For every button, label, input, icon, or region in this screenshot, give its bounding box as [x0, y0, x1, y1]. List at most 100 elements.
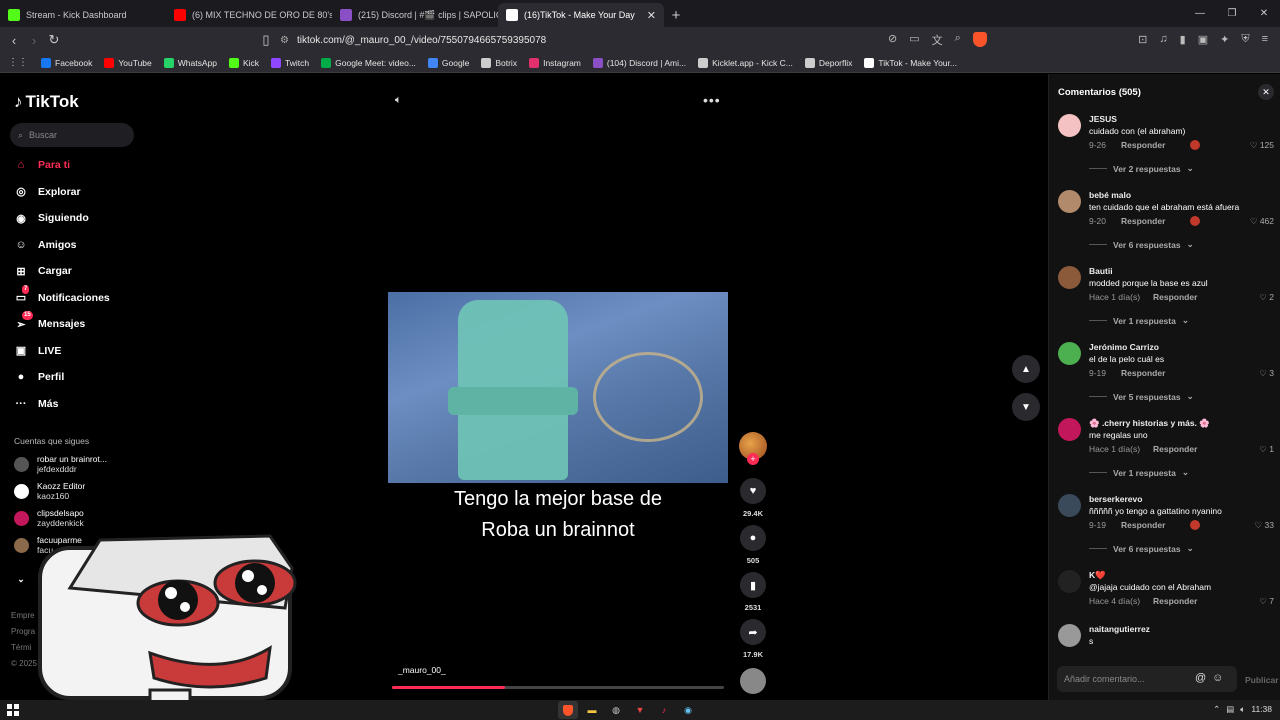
comment-like-button[interactable]: ♡ 3 — [1259, 368, 1274, 379]
commenter-avatar[interactable] — [1058, 494, 1081, 517]
reply-button[interactable]: Responder — [1121, 216, 1165, 226]
commenter-avatar[interactable] — [1058, 114, 1081, 137]
cast-icon[interactable]: ▭ — [909, 32, 919, 48]
comment-like-button[interactable]: ♡ 1 — [1259, 444, 1274, 455]
tray-chevron-icon[interactable]: ⌃ — [1213, 704, 1220, 715]
sidebar-icon[interactable]: ▮ — [1180, 33, 1186, 46]
music-icon[interactable]: ♫ — [1159, 33, 1167, 46]
windows-start-icon[interactable] — [7, 704, 19, 716]
nav-item-compass[interactable]: ◎ Explorar — [14, 185, 80, 199]
globe-taskbar-icon[interactable]: ◍ — [606, 701, 626, 719]
publish-button[interactable]: Publicar — [1245, 675, 1279, 685]
commenter-name[interactable]: Bautii — [1089, 266, 1113, 276]
commenter-name[interactable]: 🌸 .cherry historias y más. 🌸 — [1089, 418, 1210, 429]
reply-button[interactable]: Responder — [1121, 520, 1165, 530]
comment-like-button[interactable]: ♡ 2 — [1259, 292, 1274, 303]
emoji-icon[interactable]: ☺ — [1212, 672, 1223, 684]
restore-button[interactable]: ❐ — [1216, 0, 1248, 27]
bookmark-item[interactable]: Facebook — [36, 57, 97, 68]
bookmark-item[interactable]: YouTube — [99, 57, 156, 68]
commenter-name[interactable]: JESUS — [1089, 114, 1117, 124]
bookmark-item[interactable]: Kicklet.app - Kick C... — [693, 57, 798, 68]
comment-like-button[interactable]: ♡ 33 — [1255, 520, 1274, 531]
nav-item-more[interactable]: ··· Más — [14, 397, 59, 411]
video-player[interactable] — [388, 292, 728, 483]
commenter-avatar[interactable] — [1058, 266, 1081, 289]
browser-tab-3[interactable]: (16)TikTok - Make Your Day ✕ — [498, 3, 664, 27]
apps-grid-icon[interactable]: ⋮⋮ — [8, 57, 28, 68]
share-action[interactable]: ➦ 17.9K — [738, 619, 768, 659]
forward-icon[interactable]: › — [24, 33, 44, 48]
nav-item-following[interactable]: ◉ Siguiendo — [14, 211, 89, 225]
reply-button[interactable]: Responder — [1153, 444, 1197, 454]
commenter-name[interactable]: naitangutierrez — [1089, 624, 1150, 634]
back-icon[interactable]: ‹ — [4, 33, 24, 48]
bookmark-item[interactable]: TikTok - Make Your... — [859, 57, 962, 68]
bookmark-item[interactable]: (104) Discord | Ami... — [588, 57, 691, 68]
minimize-button[interactable]: — — [1184, 0, 1216, 27]
video-author[interactable]: _mauro_00_ — [398, 665, 446, 675]
translate-icon[interactable]: 文 — [932, 32, 943, 48]
search-input[interactable]: ⌕ Buscar — [10, 123, 134, 147]
bookmark-item[interactable]: WhatsApp — [159, 57, 222, 68]
bookmark-page-icon[interactable]: ▯ — [256, 32, 276, 48]
bookmark-item[interactable]: Google — [423, 57, 474, 68]
nav-item-messages[interactable]: ➢ 15 Mensajes — [14, 311, 85, 331]
following-account[interactable]: robar un brainrot... jefdexdddr — [14, 454, 107, 474]
more-options-icon[interactable]: ••• — [703, 92, 721, 108]
commenter-name[interactable]: Jerónimo Carrizo — [1089, 342, 1159, 352]
screenshot-icon[interactable]: ⊡ — [1138, 33, 1147, 46]
creator-avatar-button[interactable]: + — [738, 432, 768, 465]
comment-action[interactable]: ● 505 — [738, 525, 768, 565]
commenter-name[interactable]: bebé malo — [1089, 190, 1131, 200]
nav-item-home[interactable]: ⌂ Para ti — [14, 158, 70, 172]
video-progress-bar[interactable] — [392, 686, 724, 689]
nav-item-upload[interactable]: ⊞ Cargar — [14, 264, 71, 278]
nav-item-inbox[interactable]: ▭ 7 Notificaciones — [14, 284, 110, 305]
menu-icon[interactable]: ≡ — [1262, 33, 1268, 46]
save-action[interactable]: ▮ 2531 — [738, 572, 768, 612]
network-icon[interactable]: ▤ — [1226, 704, 1234, 715]
bookmark-item[interactable]: Deporflix — [800, 57, 858, 68]
folder-taskbar-icon[interactable]: ▬ — [582, 701, 602, 719]
brave-shields-icon[interactable] — [972, 32, 987, 47]
commenter-name[interactable]: K❤️ — [1089, 570, 1106, 581]
steam-taskbar-icon[interactable]: ◉ — [678, 701, 698, 719]
speaker-icon[interactable]: 🔈︎ — [1240, 704, 1245, 715]
clock[interactable]: 11:38 — [1251, 704, 1272, 715]
previous-video-button[interactable]: ▲ — [1012, 355, 1040, 383]
tiktok-logo[interactable]: ♪ TikTok — [14, 92, 79, 112]
comment-like-button[interactable]: ♡ 125 — [1250, 140, 1274, 151]
view-replies-button[interactable]: Ver 6 respuestas ⌄ — [1089, 239, 1194, 250]
commenter-avatar[interactable] — [1058, 624, 1081, 647]
wallet-icon[interactable]: ▣ — [1198, 33, 1208, 46]
following-account[interactable]: clipsdelsapo zayddenkick — [14, 508, 84, 528]
like-action[interactable]: ♥ 29.4K — [738, 478, 768, 518]
bookmark-item[interactable]: Botrix — [476, 57, 522, 68]
reply-button[interactable]: Responder — [1121, 140, 1165, 150]
reply-button[interactable]: Responder — [1153, 292, 1197, 302]
zoom-icon[interactable]: ⌕ — [955, 32, 961, 48]
commenter-avatar[interactable] — [1058, 570, 1081, 593]
bookmark-item[interactable]: Twitch — [266, 57, 314, 68]
sound-disc-button[interactable] — [738, 668, 768, 694]
brave-taskbar-icon[interactable] — [558, 701, 578, 719]
following-account[interactable]: Kaozz Editor kaoz160 — [14, 481, 85, 501]
reply-button[interactable]: Responder — [1153, 596, 1197, 606]
commenter-avatar[interactable] — [1058, 342, 1081, 365]
nav-item-profile[interactable]: ● Perfil — [14, 370, 65, 384]
close-window-button[interactable]: ✕ — [1248, 0, 1280, 27]
comment-like-button[interactable]: ♡ 7 — [1259, 596, 1274, 607]
next-video-button[interactable]: ▼ — [1012, 393, 1040, 421]
close-tab-icon[interactable]: ✕ — [647, 9, 656, 22]
reload-icon[interactable]: ↻ — [44, 32, 64, 48]
vivaldi-taskbar-icon[interactable]: ▼ — [630, 701, 650, 719]
vpn-icon[interactable]: ⛨ — [1241, 33, 1249, 46]
commenter-avatar[interactable] — [1058, 190, 1081, 213]
browser-tab-0[interactable]: Stream - Kick Dashboard — [0, 3, 166, 27]
leo-icon[interactable]: ✦ — [1220, 33, 1229, 46]
follow-plus-icon[interactable]: + — [747, 453, 759, 465]
bookmark-item[interactable]: Google Meet: video... — [316, 57, 421, 68]
commenter-name[interactable]: berserkerevo — [1089, 494, 1142, 504]
nav-item-friends[interactable]: ☺ Amigos — [14, 238, 76, 252]
